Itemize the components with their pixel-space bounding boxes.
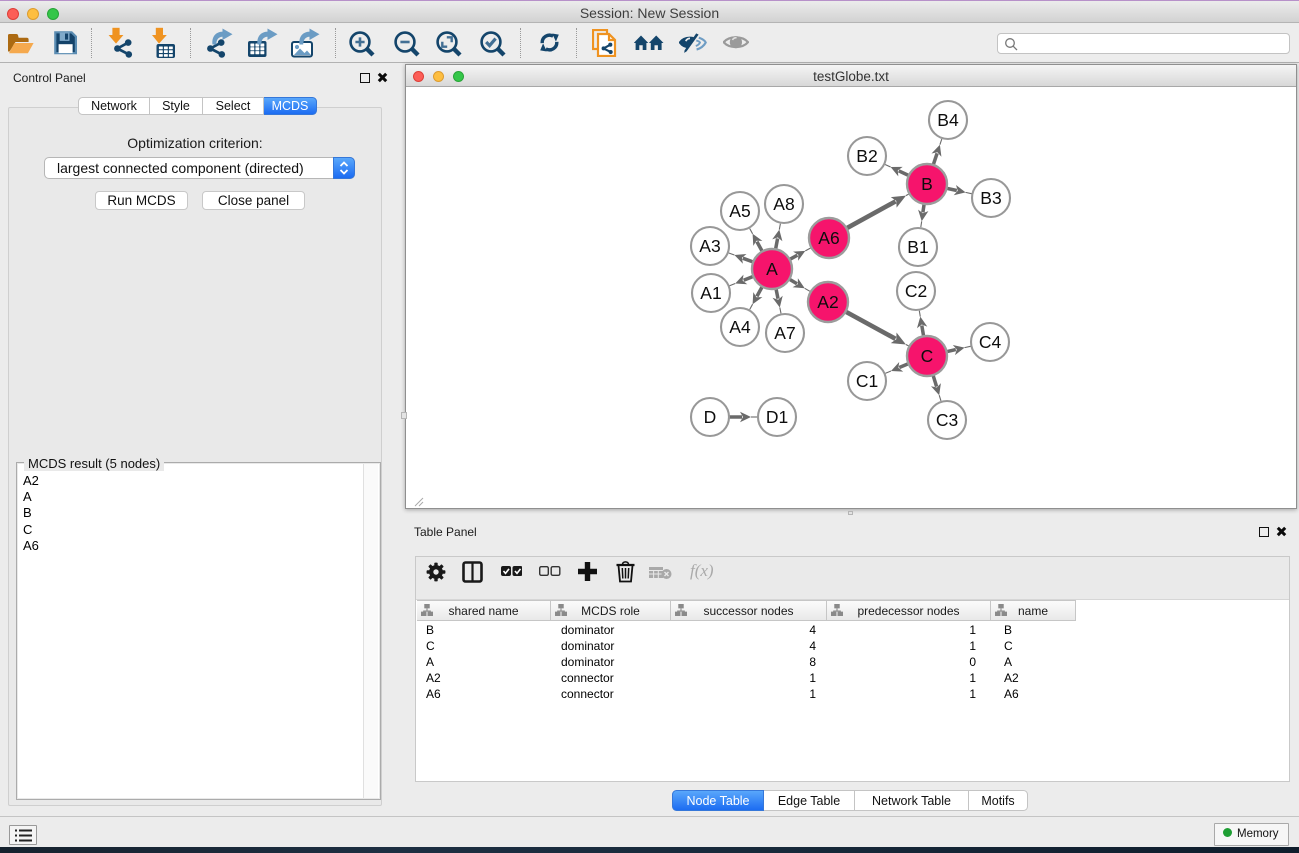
svg-text:B2: B2 — [856, 146, 877, 166]
svg-text:D1: D1 — [766, 407, 788, 427]
svg-text:C2: C2 — [905, 281, 927, 301]
svg-text:A4: A4 — [729, 317, 751, 337]
svg-text:B1: B1 — [907, 237, 928, 257]
svg-text:D: D — [704, 407, 717, 427]
svg-text:B3: B3 — [980, 188, 1001, 208]
svg-text:A7: A7 — [774, 323, 795, 343]
svg-text:C1: C1 — [856, 371, 878, 391]
svg-text:B: B — [921, 174, 933, 194]
svg-text:C3: C3 — [936, 410, 958, 430]
svg-text:B4: B4 — [937, 110, 959, 130]
svg-text:A: A — [766, 259, 778, 279]
svg-text:C: C — [921, 346, 934, 366]
svg-text:A1: A1 — [700, 283, 721, 303]
svg-text:A8: A8 — [773, 194, 794, 214]
svg-text:A2: A2 — [817, 292, 838, 312]
svg-text:A5: A5 — [729, 201, 750, 221]
svg-text:A6: A6 — [818, 228, 839, 248]
svg-text:C4: C4 — [979, 332, 1002, 352]
svg-text:A3: A3 — [699, 236, 720, 256]
